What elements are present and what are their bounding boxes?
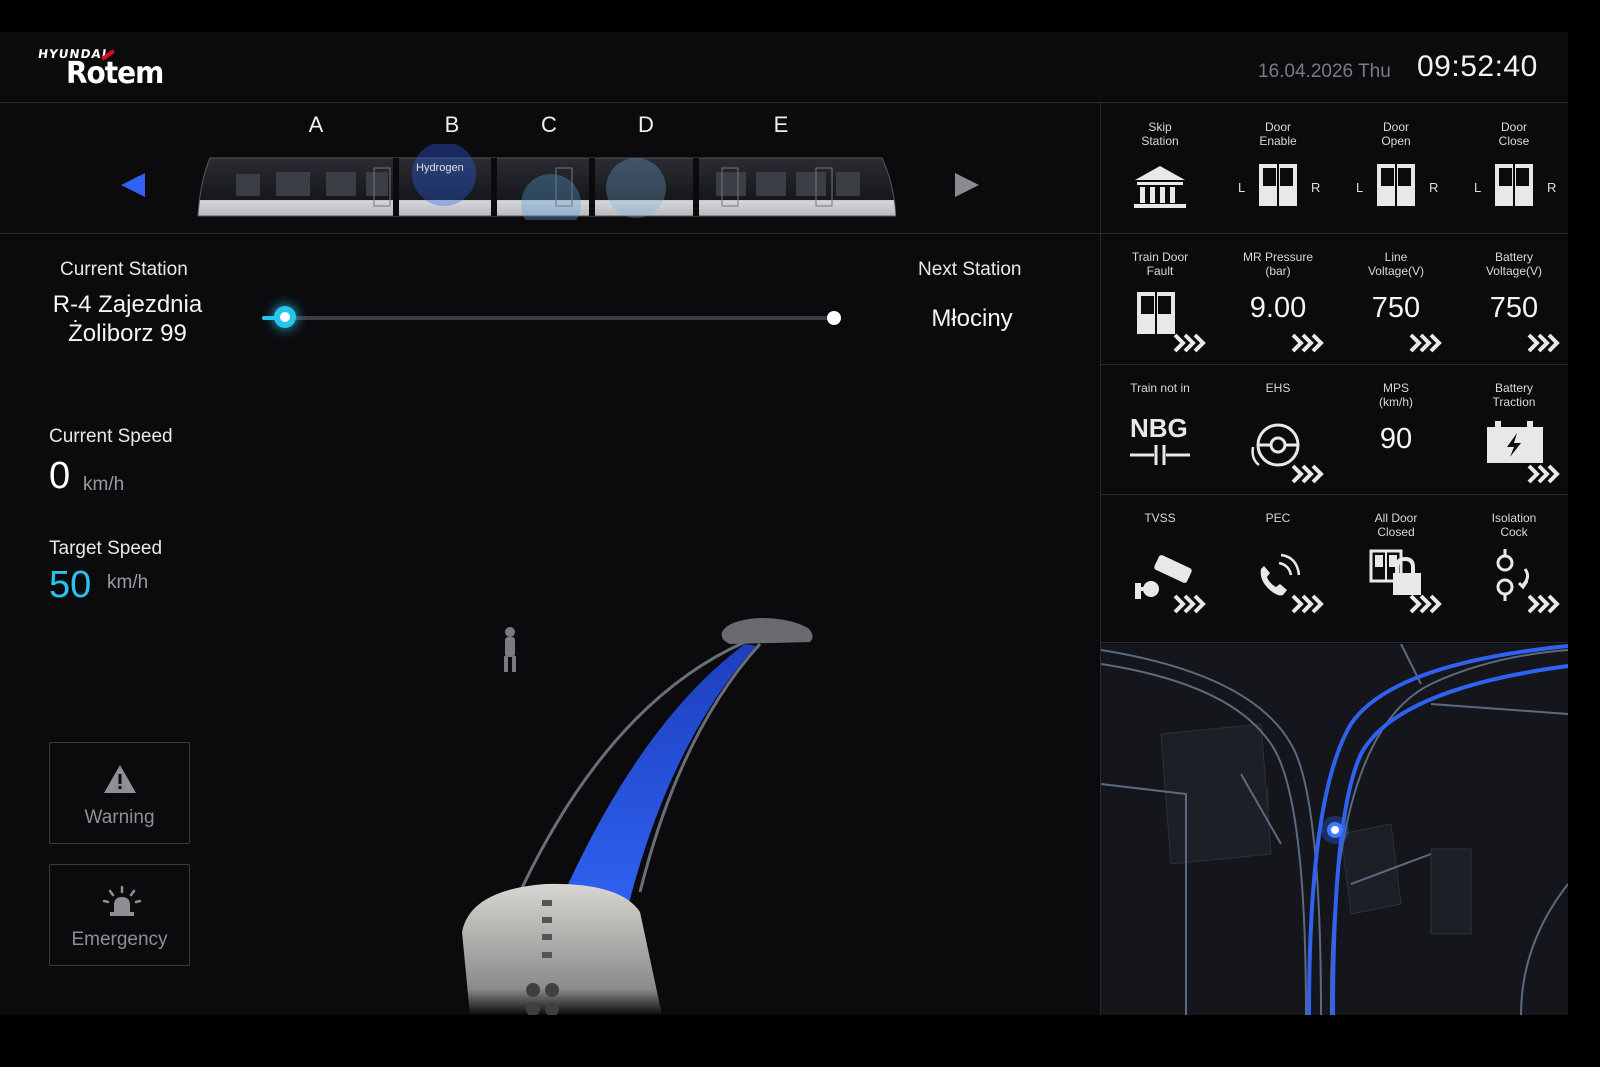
door-enable-indicator[interactable]: Door Enable L R [1219,104,1337,234]
battery-traction-title: Battery Traction [1492,381,1536,409]
battery-voltage-indicator[interactable]: Battery Voltage(V) 750 [1455,234,1568,364]
header-bar: HYUNDAI Rotem 16.04.2026 Thu 09:52:40 [0,32,1568,103]
car-label-d: D [638,112,654,137]
isolation-cock-title: Isolation Cock [1491,511,1537,539]
door-right-label: R [1429,180,1439,195]
line-voltage-value: 750 [1371,292,1421,324]
car-label-a: A [308,112,324,137]
door-left-label: L [1238,180,1246,195]
chevrons-right-icon [1409,594,1442,614]
mps-title: MPS (km/h) [1379,381,1413,409]
train-not-in-nbg-indicator[interactable]: Train not in NBG [1101,365,1219,495]
battery-voltage-title: Battery Voltage(V) [1485,250,1543,278]
train-row-divider [0,233,1100,234]
emergency-label: Emergency [71,929,168,950]
train-not-in-title: Train not in [1130,381,1190,395]
current-position-marker [274,306,296,328]
route-map-canvas [1101,644,1568,1015]
car-label-c: C [541,112,557,137]
chevrons-right-icon [1173,594,1206,614]
battery-traction-indicator[interactable]: Battery Traction [1455,365,1568,495]
chevrons-right-icon [1173,333,1206,353]
car-label-e: E [773,112,789,137]
door-right-label: R [1547,180,1557,195]
chevrons-right-icon [1291,594,1324,614]
current-station-name: R-4 Zajezdnia Żoliborz 99 [52,291,203,347]
mps-value: 90 [1379,423,1413,455]
all-door-closed-indicator[interactable]: All Door Closed [1337,495,1455,625]
tvss-indicator[interactable]: TVSS [1101,495,1219,625]
skip-station-title: Skip Station [1141,120,1179,148]
chevrons-right-icon [1291,333,1324,353]
tvss-title: TVSS [1144,511,1176,525]
mps-indicator[interactable]: MPS (km/h) 90 [1337,365,1455,495]
door-lr-icon [1259,164,1297,206]
door-open-indicator[interactable]: Door Open L R [1337,104,1455,234]
chevrons-right-icon [1409,333,1442,353]
current-speed-value: 0 [49,455,71,497]
chevrons-right-icon [1291,464,1324,484]
current-speed-unit: km/h [83,474,125,495]
target-speed-value: 50 [49,564,92,606]
station-building-icon [1134,166,1186,208]
train-door-fault-indicator[interactable]: Train Door Fault [1101,234,1219,364]
warning-button[interactable]: Warning [49,742,190,844]
clock-display: 09:52:40 [1417,50,1538,83]
route-progress-track [262,316,834,320]
ehs-indicator[interactable]: EHS [1219,365,1337,495]
chevrons-right-icon [1527,333,1560,353]
nbg-icon: NBG [1130,413,1188,443]
door-close-indicator[interactable]: Door Close L R [1455,104,1568,234]
ehs-title: EHS [1265,381,1291,395]
mr-pressure-indicator[interactable]: MR Pressure (bar) 9.00 [1219,234,1337,364]
battery-voltage-value: 750 [1489,292,1539,324]
livery-text: Hydrogen [416,162,464,174]
car-label-b: B [444,112,460,137]
isolation-cock-indicator[interactable]: Isolation Cock [1455,495,1568,625]
current-station-label: Current Station [60,259,188,280]
door-close-title: Door Close [1498,120,1530,148]
mr-pressure-value: 9.00 [1249,292,1307,324]
chevrons-right-icon [1527,464,1560,484]
skip-station-indicator[interactable]: Skip Station [1101,104,1219,234]
next-station-name: Młociny [931,305,1013,332]
warning-triangle-icon [104,765,136,793]
triangle-right-icon[interactable] [952,170,982,200]
route-map[interactable] [1101,644,1568,1015]
pec-title: PEC [1265,511,1291,525]
door-left-label: L [1356,180,1364,195]
brand-logo: Rotem [66,54,164,91]
emergency-button[interactable]: Emergency [49,864,190,966]
door-open-title: Door Open [1381,120,1411,148]
door-lr-icon [1377,164,1415,206]
forward-view-scene [462,618,813,1015]
target-speed-unit: km/h [107,572,149,593]
next-station-marker [827,311,841,325]
all-door-closed-title: All Door Closed [1374,511,1418,539]
hmi-screen: HYUNDAI Rotem 16.04.2026 Thu 09:52:40 A … [0,32,1568,1015]
door-lr-icon [1495,164,1533,206]
warning-label: Warning [84,807,155,828]
chevrons-right-icon [1527,594,1560,614]
train-door-fault-title: Train Door Fault [1131,250,1189,278]
line-voltage-indicator[interactable]: Line Voltage(V) 750 [1337,234,1455,364]
siren-light-icon [102,885,142,916]
triangle-left-icon[interactable] [118,170,148,200]
mr-pressure-title: MR Pressure (bar) [1242,250,1313,278]
contact-symbol-icon [1130,445,1190,465]
date-display: 16.04.2026 Thu [1258,61,1391,82]
target-speed-label: Target Speed [49,538,163,559]
current-speed-label: Current Speed [49,426,173,447]
line-voltage-title: Line Voltage(V) [1367,250,1425,278]
grid-divider-4 [1101,642,1568,643]
next-station-label: Next Station [918,259,1022,280]
tram-consist-image [197,144,896,220]
door-right-label: R [1311,180,1321,195]
door-enable-title: Door Enable [1259,120,1297,148]
door-left-label: L [1474,180,1482,195]
pec-indicator[interactable]: PEC [1219,495,1337,625]
